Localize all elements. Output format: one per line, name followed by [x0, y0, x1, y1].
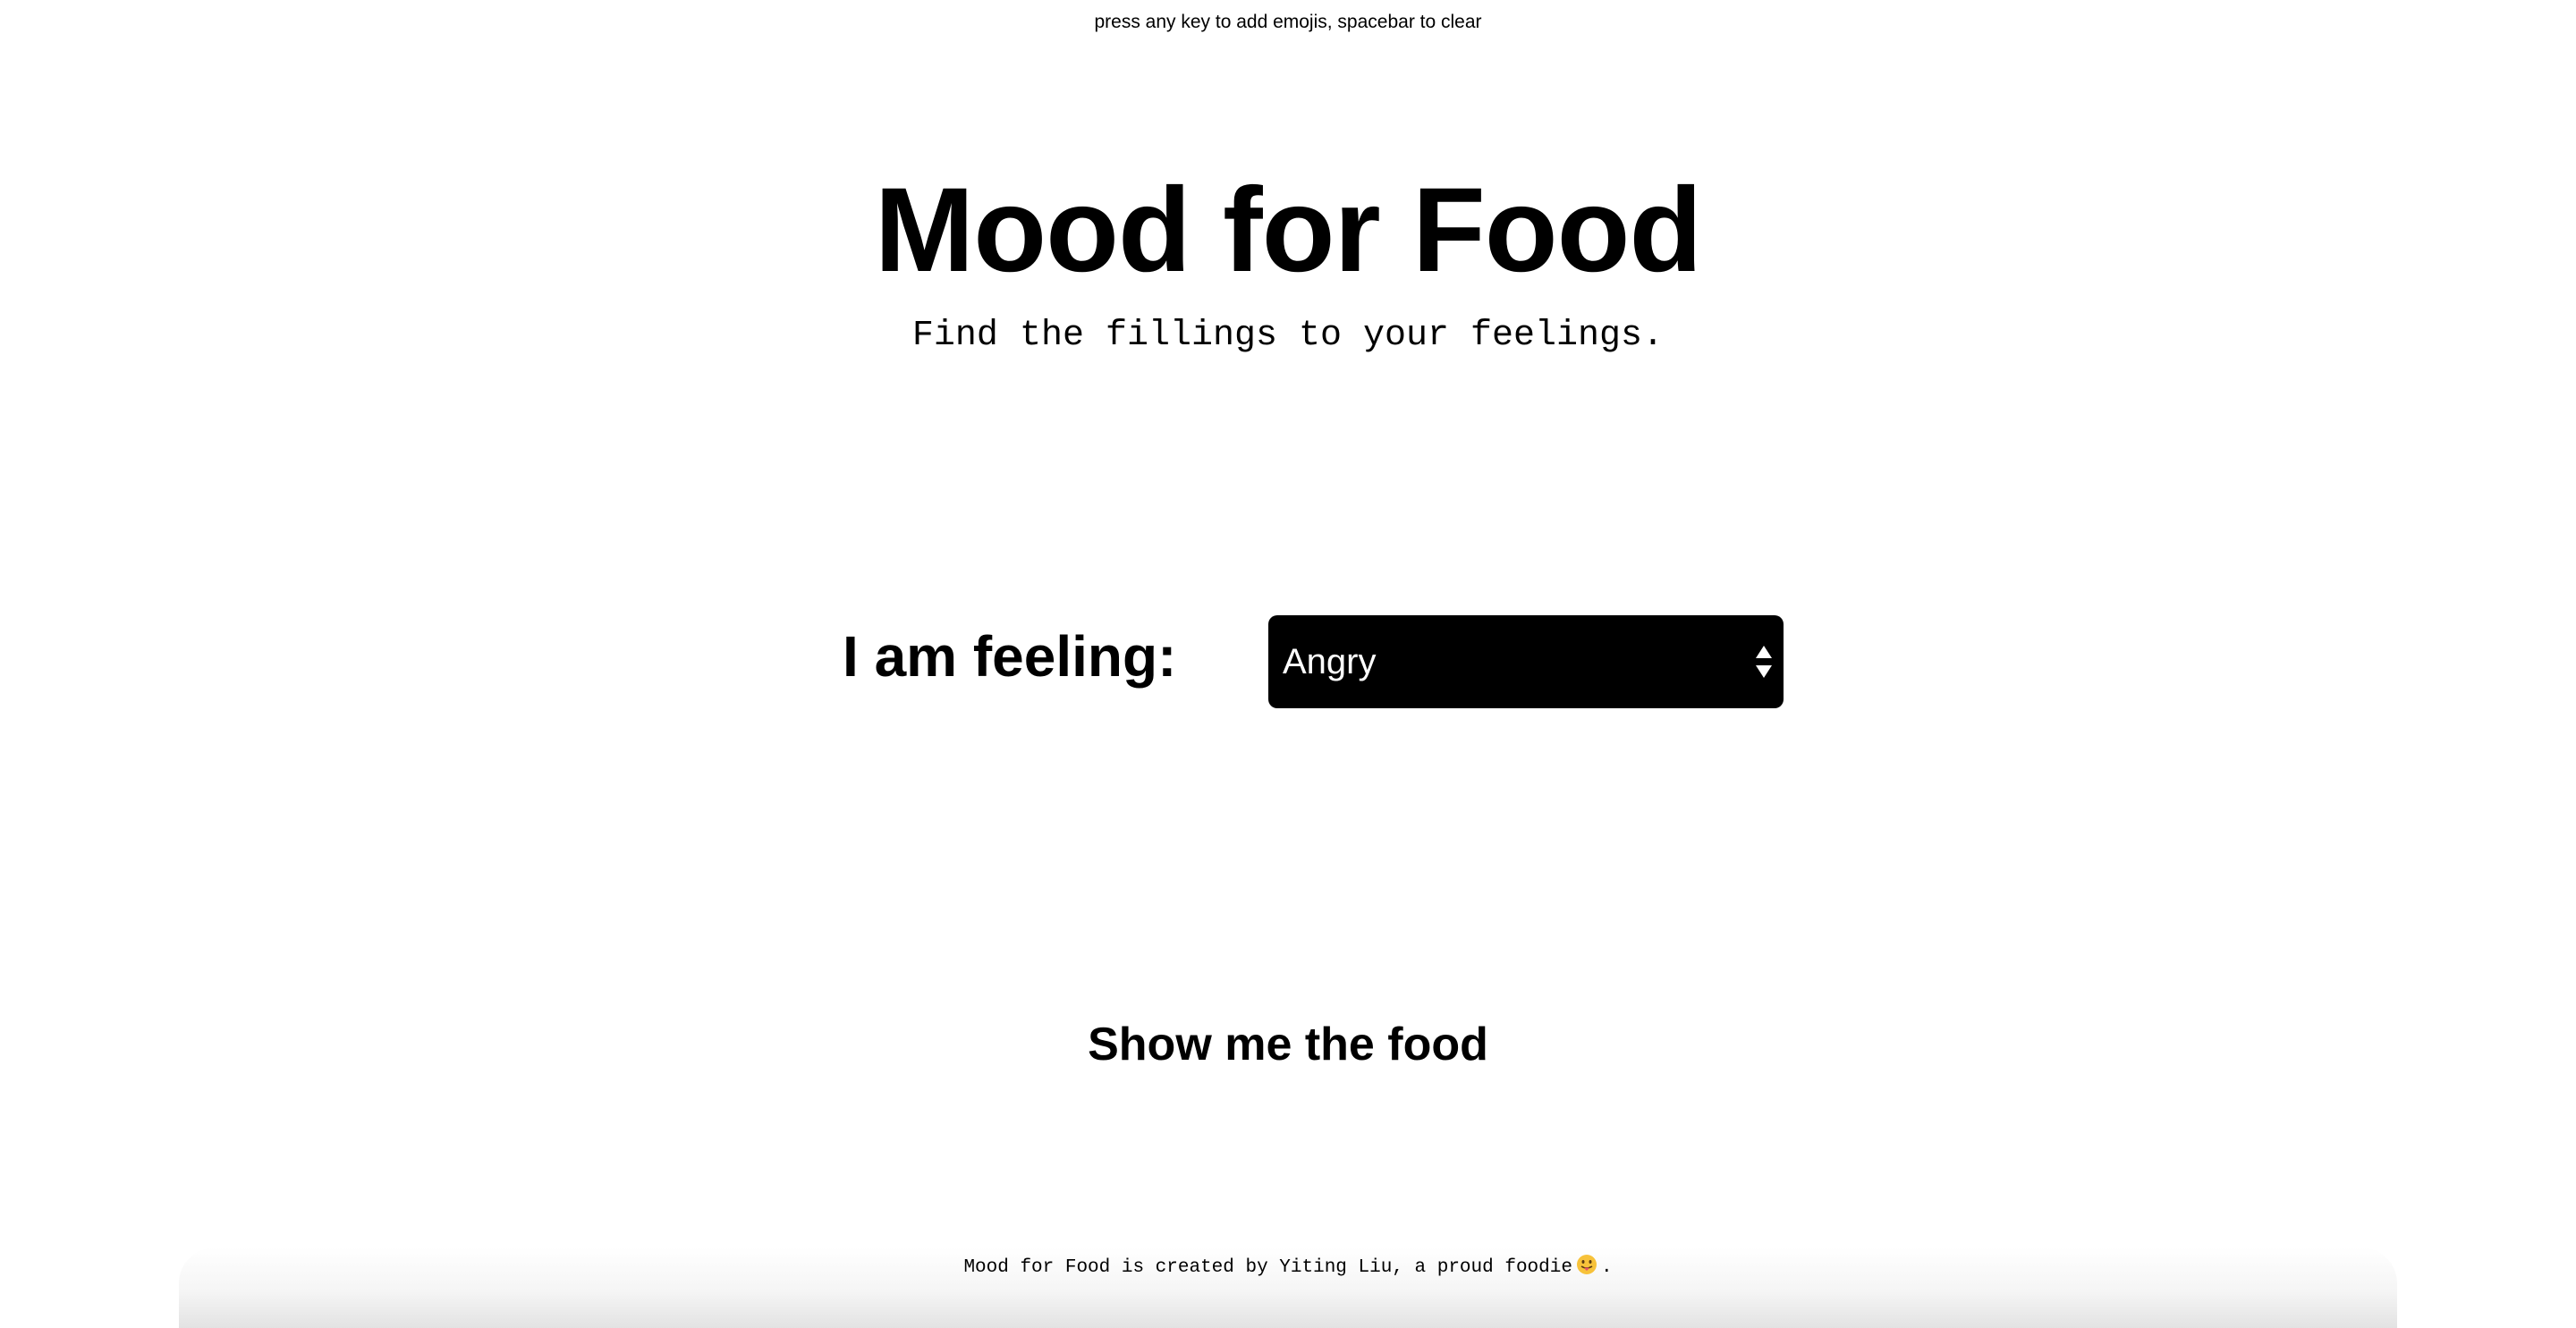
footer: Mood for Food is created by Yiting Liu, … — [0, 1254, 2576, 1281]
tongue-out-face-icon — [1576, 1254, 1597, 1275]
mood-select[interactable]: Angry — [1268, 615, 1784, 708]
keyboard-hint: press any key to add emojis, spacebar to… — [1094, 12, 1482, 32]
page-title: Mood for Food — [874, 164, 1703, 297]
footer-period: . — [1600, 1257, 1613, 1278]
feeling-label: I am feeling: — [843, 624, 1177, 689]
page: press any key to add emojis, spacebar to… — [0, 0, 2576, 1328]
show-food-button[interactable]: Show me the food — [1064, 1011, 1512, 1078]
mood-select-value: Angry — [1283, 642, 1377, 681]
footer-text: Mood for Food is created by Yiting Liu, … — [963, 1257, 1572, 1278]
up-down-arrows-icon — [1755, 644, 1773, 680]
page-subtitle: Find the fillings to your feelings. — [911, 316, 1665, 356]
